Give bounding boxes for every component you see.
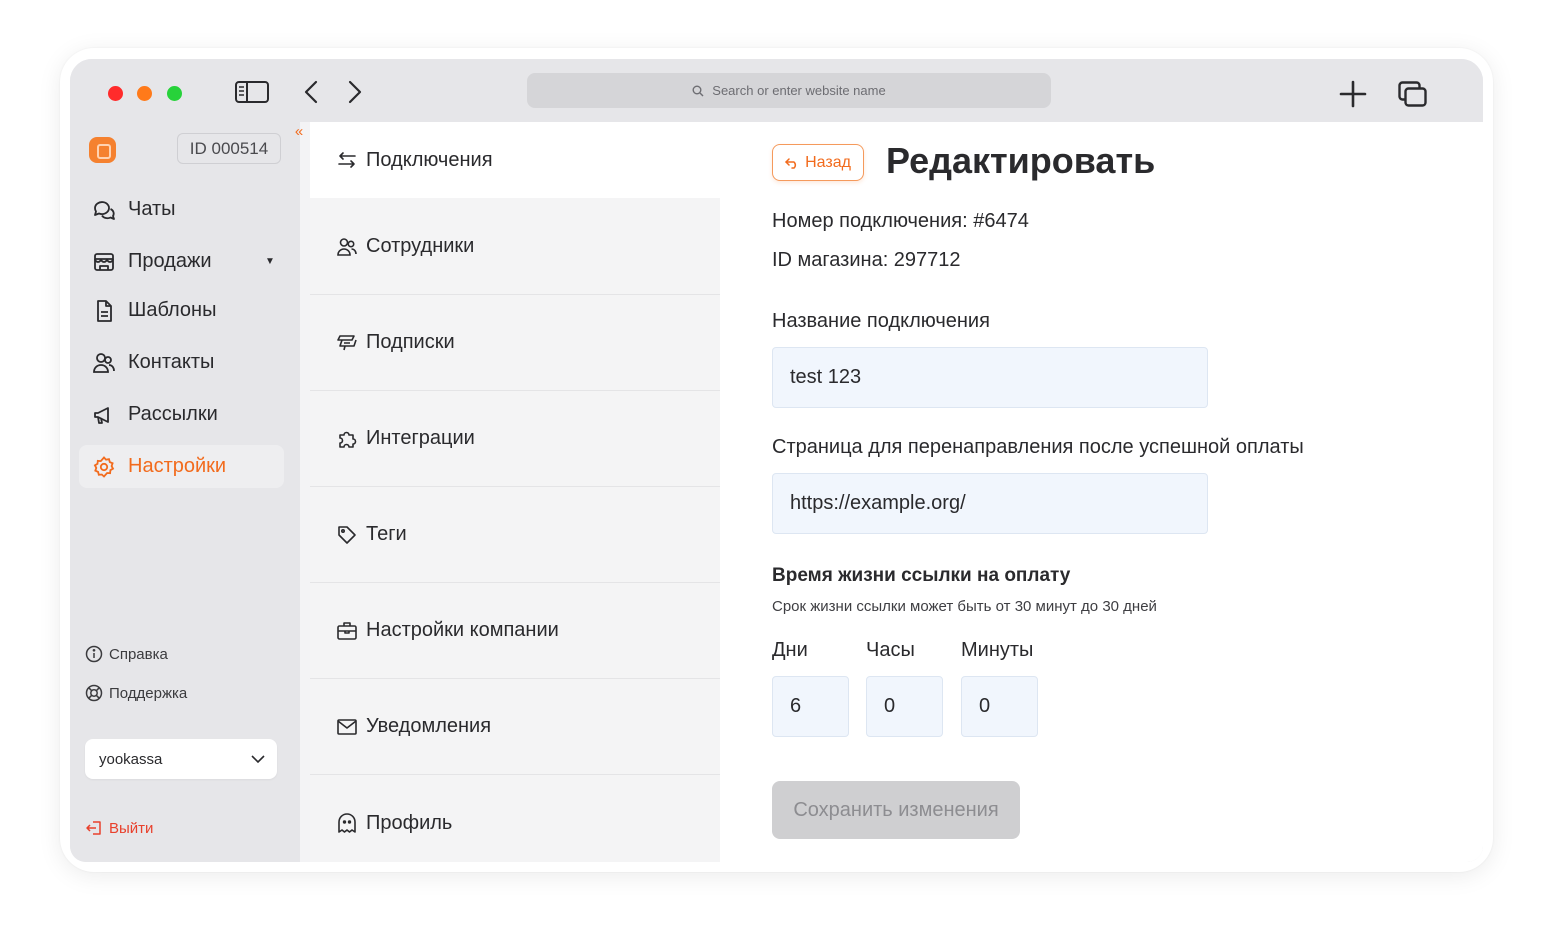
envelope-icon (337, 718, 357, 735)
redirect-url-label: Страница для перенаправления после успеш… (772, 436, 1304, 458)
redirect-url-value: https://example.org/ (790, 492, 966, 514)
sidebar-item-contacts[interactable]: Контакты (79, 341, 284, 384)
connection-name-input[interactable]: test 123 (772, 347, 1208, 408)
tag-icon (338, 525, 356, 544)
users-icon (337, 237, 357, 256)
gear-icon (93, 455, 115, 478)
help-link[interactable]: Справка (85, 645, 168, 663)
redirect-url-input[interactable]: https://example.org/ (772, 473, 1208, 534)
sidebar-item-label: Рассылки (128, 403, 218, 425)
link-lifetime-hint: Срок жизни ссылки может быть от 30 минут… (772, 598, 1157, 615)
support-link[interactable]: Поддержка (85, 684, 187, 702)
menu-item-subscriptions[interactable]: Подписки (310, 295, 720, 391)
address-bar[interactable]: Search or enter website name (527, 73, 1051, 108)
menu-item-company-settings[interactable]: Настройки компании (310, 583, 720, 679)
days-value: 6 (790, 695, 802, 717)
hours-label: Часы (866, 639, 915, 661)
page-title: Редактировать (886, 140, 1156, 181)
menu-item-label: Подключения (366, 148, 493, 171)
sidebar-scrollbar[interactable] (300, 122, 310, 862)
sidebar-item-label: Чаты (128, 198, 176, 220)
sidebar-item-label: Контакты (128, 351, 215, 373)
sidebar-item-label: Настройки (128, 455, 227, 477)
menu-item-notifications[interactable]: Уведомления (310, 679, 720, 775)
panel-corner-fill (720, 122, 760, 202)
support-label: Поддержка (109, 684, 188, 702)
connection-name-label: Название подключения (772, 310, 990, 332)
back-button[interactable]: Назад (772, 144, 864, 181)
menu-item-label: Профиль (366, 811, 453, 834)
shop-select[interactable]: yookassa (85, 739, 277, 779)
browser-window: Search or enter website name « ID 000514… (70, 59, 1483, 862)
shop-id: ID магазина: 297712 (772, 249, 961, 271)
close-window-button[interactable] (108, 86, 123, 101)
menu-item-label: Подписки (366, 331, 455, 353)
logout-icon (86, 821, 101, 835)
menu-item-label: Уведомления (366, 715, 492, 737)
sidebar-item-chats[interactable]: Чаты (79, 188, 284, 231)
sidebar-item-settings[interactable]: Настройки (79, 445, 284, 488)
store-icon (94, 252, 114, 271)
menu-item-label: Интеграции (366, 427, 475, 449)
browser-toolbar: Search or enter website name (70, 59, 1483, 122)
link-lifetime-title: Время жизни ссылки на оплату (772, 565, 1071, 586)
hours-input[interactable]: 0 (866, 676, 943, 737)
address-placeholder: Search or enter website name (712, 83, 886, 98)
sidebar-item-label: Шаблоны (128, 299, 217, 321)
forward-arrow-icon[interactable] (346, 80, 364, 104)
sidebar-item-sales[interactable]: Продажи ▼ (79, 240, 284, 283)
menu-item-label: Настройки компании (366, 619, 559, 641)
chevron-down-icon (251, 754, 265, 763)
minutes-value: 0 (979, 695, 991, 717)
back-arrow-icon[interactable] (302, 80, 320, 104)
maximize-window-button[interactable] (167, 86, 182, 101)
account-id-badge: ID 000514 (177, 133, 281, 164)
sidebar-item-label: Продажи (128, 250, 212, 272)
save-changes-label: Сохранить изменения (793, 798, 999, 821)
menu-item-label: Сотрудники (366, 235, 475, 257)
connection-number: Номер подключения: #6474 (772, 210, 1029, 232)
menu-item-label: Теги (366, 523, 407, 545)
minutes-label: Минуты (961, 639, 1034, 661)
caret-down-icon[interactable]: ▼ (265, 256, 275, 267)
days-label: Дни (772, 639, 808, 661)
menu-item-tags[interactable]: Теги (310, 487, 720, 583)
app-logo (89, 137, 116, 163)
lifebuoy-icon (85, 684, 103, 702)
document-icon (97, 299, 112, 322)
days-input[interactable]: 6 (772, 676, 849, 737)
contacts-icon (93, 352, 115, 373)
connection-name-value: test 123 (790, 366, 862, 388)
back-label: Назад (805, 153, 851, 171)
sidebar-item-mailings[interactable]: Рассылки (79, 393, 284, 436)
return-arrow-icon (785, 157, 797, 169)
menu-item-employees[interactable]: Сотрудники (310, 199, 720, 295)
shop-select-value: yookassa (99, 750, 163, 768)
menu-item-connections[interactable]: Подключения (310, 122, 720, 198)
tabs-overview-icon[interactable] (1398, 81, 1428, 107)
minutes-input[interactable]: 0 (961, 676, 1038, 737)
sidebar-item-templates[interactable]: Шаблоны (79, 289, 284, 332)
new-tab-icon[interactable] (1339, 80, 1367, 108)
logout-button[interactable]: Выйти (85, 819, 153, 837)
save-changes-button[interactable]: Сохранить изменения (772, 781, 1020, 839)
swap-arrows-icon (338, 152, 356, 168)
sidebar-toggle-icon[interactable] (235, 81, 269, 103)
megaphone-icon (94, 406, 109, 424)
menu-item-integrations[interactable]: Интеграции (310, 391, 720, 487)
menu-item-profile[interactable]: Профиль (310, 775, 720, 862)
search-icon (692, 85, 704, 96)
info-icon (85, 645, 103, 663)
chat-bubbles-icon (94, 200, 115, 220)
hours-value: 0 (884, 695, 896, 717)
logout-label: Выйти (109, 819, 154, 837)
briefcase-icon (337, 621, 357, 640)
puzzle-icon (339, 431, 357, 448)
minimize-window-button[interactable] (137, 86, 152, 101)
subscription-card-icon (337, 334, 357, 350)
ghost-icon (338, 813, 356, 833)
help-label: Справка (109, 645, 168, 663)
